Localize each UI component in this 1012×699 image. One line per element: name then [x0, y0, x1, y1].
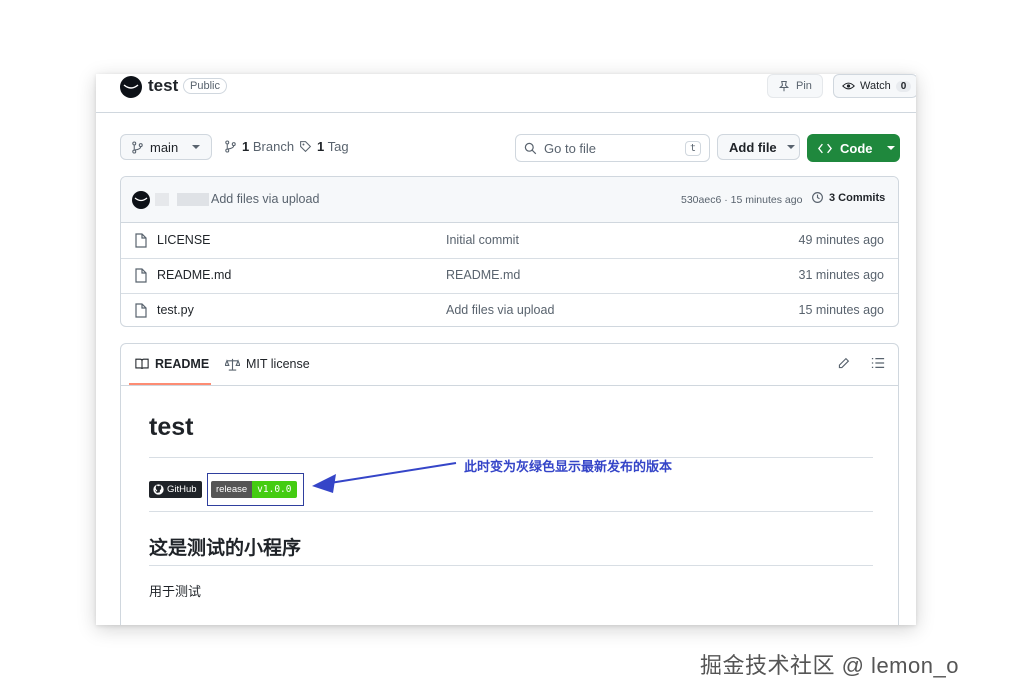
annotation-arrow: [312, 462, 457, 493]
watermark: 掘金技术社区 @ lemon_o: [700, 653, 959, 678]
annotation-text: 此时变为灰绿色显示最新发布的版本: [464, 459, 673, 474]
